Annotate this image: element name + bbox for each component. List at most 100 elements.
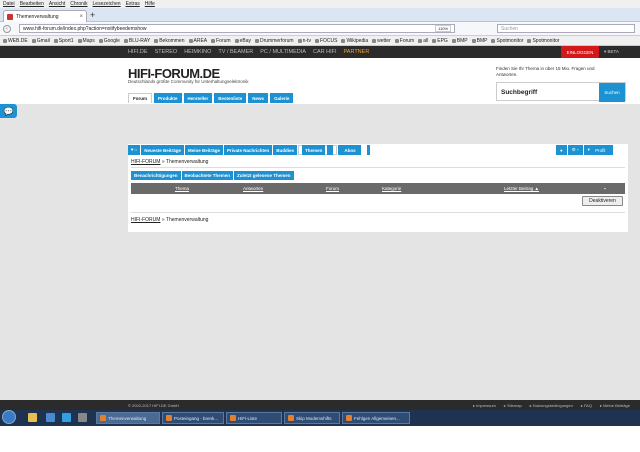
bookmark-item[interactable]: FOCUS — [314, 38, 337, 44]
browser-tab[interactable]: Themenverwaltung × — [3, 10, 87, 22]
search-button[interactable]: Suchen — [599, 83, 625, 102]
bookmark-item[interactable]: Sport1 — [53, 38, 74, 44]
browser-tab-title: Themenverwaltung — [16, 13, 59, 20]
col-kategorie[interactable]: Kategorie — [382, 186, 401, 191]
subtab-zuletzt[interactable]: Zuletzt gelesene Themen — [234, 171, 294, 180]
zoom-indicator[interactable]: 110% — [435, 25, 451, 32]
menu-chronik[interactable]: Chronik — [70, 1, 87, 7]
breadcrumb-home[interactable]: HIFI-FORUM — [131, 217, 160, 223]
tab-buddies[interactable]: Buddies — [273, 145, 298, 155]
bookmark-item[interactable]: Spotmonitor — [491, 38, 523, 44]
browser-search-input[interactable]: Suchen — [497, 24, 635, 33]
subnav-item[interactable]: Produkte — [154, 93, 182, 103]
topnav-item[interactable]: HEIMKINO — [184, 49, 211, 55]
bookmark-item[interactable]: eBay — [234, 38, 251, 44]
settings-icon[interactable]: ⚙ ▫ — [567, 145, 583, 155]
deactivate-button[interactable]: Deaktiveren — [582, 196, 623, 206]
subtab-benachrichtigungen[interactable]: Benachrichtigungen — [131, 171, 181, 180]
subnav-item[interactable]: Galerie — [270, 93, 294, 103]
tab-meine[interactable]: Meine Beiträge — [185, 145, 224, 155]
bookmark-item[interactable]: Gmail — [31, 38, 50, 44]
beta-toggle[interactable]: ▾ BETA — [604, 49, 619, 55]
task-label: Fehlgen Allgemeinen... — [354, 415, 400, 421]
subnav-item[interactable]: Hersteller — [183, 93, 213, 103]
bookmark-item[interactable]: AREA — [188, 38, 207, 44]
bookmark-icon — [98, 38, 103, 43]
bookmark-item[interactable]: BMP — [471, 38, 487, 44]
footer-sitemap[interactable]: ▸ Sitemap — [504, 403, 522, 408]
subnav-item[interactable]: Bestenliste — [214, 93, 247, 103]
menu-ansicht[interactable]: Ansicht — [49, 1, 65, 7]
task-hifi[interactable]: HiFi-Liste — [226, 412, 282, 424]
site-search-box[interactable]: Suchbegriff Suchen — [496, 82, 626, 102]
bookmark-item[interactable]: Forum — [211, 38, 231, 44]
profil-tab[interactable]: ▾ Profil — [583, 145, 614, 155]
task-firefox[interactable]: Themenverwaltung — [96, 412, 160, 424]
ie-icon[interactable] — [62, 413, 71, 422]
bookmark-icon — [297, 38, 302, 43]
breadcrumb-home[interactable]: HIFI-FORUM — [131, 159, 160, 165]
bookmark-item[interactable]: all — [418, 38, 428, 44]
col-letzter-beitrag[interactable]: Letzter Beitrag ▲ — [504, 186, 539, 191]
url-bar[interactable]: www.hifi-forum.de/index.php?action=notif… — [19, 24, 455, 33]
subnav-item[interactable]: News — [248, 93, 269, 103]
subtab-beobachtete[interactable]: Beobachtete Themen — [181, 171, 234, 180]
menu-datei[interactable]: Datei — [3, 1, 15, 7]
topnav-item[interactable]: PARTNER — [344, 49, 370, 55]
footer-faq[interactable]: ▸ FAQ — [581, 403, 592, 408]
tab-private[interactable]: Private Nachrichten — [224, 145, 273, 155]
bookmark-item[interactable]: BLU-RAY — [123, 38, 150, 44]
bookmark-item[interactable]: Spotmonitor — [527, 38, 559, 44]
col-thema[interactable]: Thema — [175, 186, 189, 191]
bookmark-item[interactable]: Forum — [394, 38, 414, 44]
task-mail[interactable]: Posteingang - brenk... — [162, 412, 224, 424]
bookmark-item[interactable]: BMP — [451, 38, 468, 44]
col-forum[interactable]: Forum — [326, 186, 339, 191]
back-icon[interactable]: ‹ — [3, 25, 11, 33]
bookmark-label: Google — [103, 37, 120, 44]
bookmark-item[interactable]: Wikipedia — [341, 38, 368, 44]
tab-themen[interactable]: Themen — [298, 145, 338, 155]
explorer-icon[interactable] — [28, 413, 37, 422]
topnav-item[interactable]: HIFI.DE — [128, 49, 148, 55]
task-skip[interactable]: Skip Modemshifts — [284, 412, 340, 424]
bookmark-item[interactable]: WEB.DE — [3, 38, 28, 44]
menu-extras[interactable]: Extras — [126, 1, 140, 7]
topnav-item[interactable]: STEREO — [155, 49, 178, 55]
subnav-item[interactable]: Forum — [128, 93, 152, 103]
bookmark-item[interactable]: Drummerforum — [254, 38, 294, 44]
select-all-checkbox[interactable]: ▪ — [604, 186, 606, 191]
bookmark-label: Bekommen — [159, 37, 185, 44]
bookmark-item[interactable]: wetter — [372, 38, 391, 44]
tab-themen-label: Themen — [302, 145, 326, 155]
col-antworten[interactable]: Antworten — [243, 186, 263, 191]
tool-icon[interactable] — [78, 413, 87, 422]
bookmark-item[interactable]: Google — [98, 37, 120, 44]
topnav-item[interactable]: PC / MULTIMEDIA — [260, 49, 306, 55]
footer-nutzung[interactable]: ▸ Nutzungsbedingungen — [530, 403, 573, 408]
topnav-item[interactable]: CAR HIFI — [313, 49, 337, 55]
topnav-item[interactable]: TV / BEAMER — [218, 49, 253, 55]
new-tab-icon[interactable]: + — [90, 11, 95, 20]
messages-icon[interactable]: ● — [556, 145, 567, 155]
search-input[interactable]: Suchbegriff — [501, 89, 537, 96]
bookmark-icon — [123, 38, 128, 43]
menu-bearbeiten[interactable]: Bearbeiten — [20, 1, 44, 7]
bookmark-item[interactable]: Bekommen — [154, 37, 185, 44]
home-tab-icon[interactable]: ▾ ⌂ — [128, 145, 141, 155]
task-fehlgen[interactable]: Fehlgen Allgemeinen... — [342, 412, 410, 424]
footer-meine[interactable]: ▸ Meine Beiträge — [600, 403, 630, 408]
bookmark-item[interactable]: Maps — [77, 38, 95, 44]
tab-abos[interactable]: Abos — [338, 145, 370, 155]
bookmark-icon — [418, 38, 423, 43]
menu-hilfe[interactable]: Hilfe — [145, 1, 155, 7]
tab-neueste[interactable]: Neueste Beiträge — [141, 145, 184, 155]
bookmark-item[interactable]: EPG — [432, 38, 448, 44]
desktop-icon[interactable] — [46, 413, 55, 422]
footer-impressum[interactable]: ▸ Impressum — [473, 403, 496, 408]
chat-icon[interactable]: 💬 — [0, 104, 17, 118]
bookmark-item[interactable]: n-tv — [297, 38, 311, 44]
menu-lesezeichen[interactable]: Lesezeichen — [93, 1, 121, 7]
close-tab-icon[interactable]: × — [79, 14, 83, 20]
start-button-icon[interactable] — [2, 410, 16, 424]
